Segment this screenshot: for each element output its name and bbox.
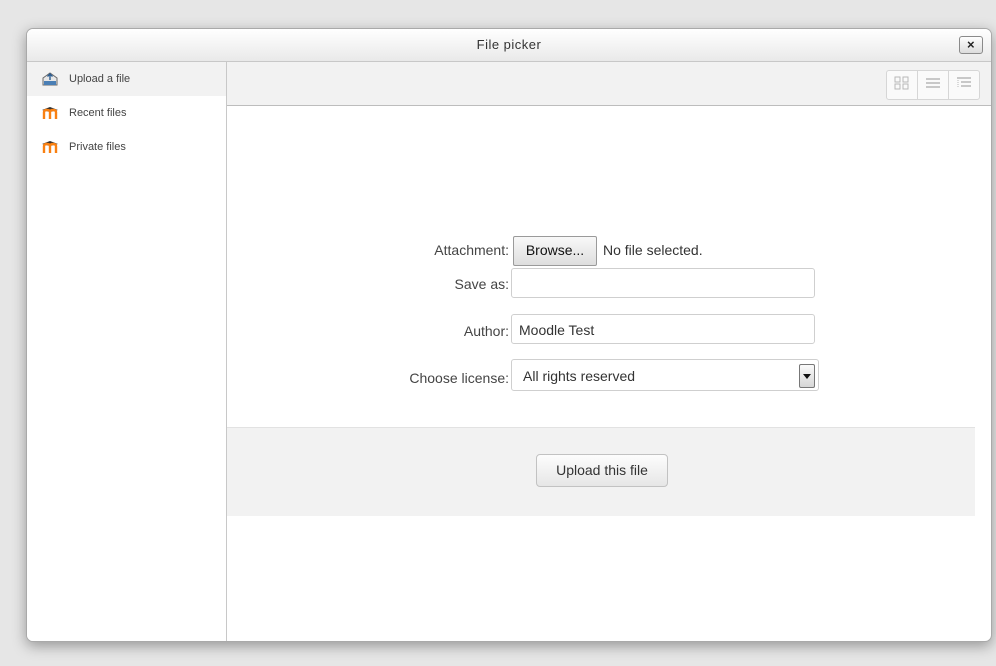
view-switcher: [886, 70, 980, 100]
form-footer: Upload this file: [227, 427, 975, 516]
sidebar-item-label: Recent files: [69, 107, 127, 119]
license-value: All rights reserved: [523, 368, 636, 384]
sidebar-item-upload[interactable]: Upload a file: [27, 62, 226, 96]
tree-view-button[interactable]: [948, 71, 979, 99]
repository-sidebar: Upload a file Recent files Private files: [27, 62, 227, 641]
upload-file-button[interactable]: Upload this file: [536, 454, 668, 487]
author-label: Author:: [463, 323, 509, 339]
saveas-input[interactable]: [511, 268, 815, 298]
sidebar-item-label: Private files: [69, 141, 126, 153]
icons-view-icon: [894, 76, 910, 95]
list-view-button[interactable]: [917, 71, 948, 99]
sidebar-item-label: Upload a file: [69, 73, 131, 85]
attachment-label: Attachment:: [434, 242, 509, 258]
moodle-icon: [41, 139, 59, 155]
moodle-icon: [41, 105, 59, 121]
license-row: Choose license: All rights reserved: [227, 359, 975, 393]
chevron-down-icon: [799, 364, 815, 388]
dialog-titlebar: File picker ×: [27, 29, 991, 62]
icons-view-button[interactable]: [887, 71, 917, 99]
close-icon: ×: [966, 37, 976, 52]
author-input[interactable]: Moodle Test: [511, 314, 815, 344]
browse-button[interactable]: Browse...: [513, 236, 597, 266]
sidebar-item-recent[interactable]: Recent files: [27, 96, 226, 130]
file-picker-dialog: File picker × Upload a file Recent files…: [26, 28, 992, 642]
close-button[interactable]: ×: [959, 36, 983, 54]
view-toolbar: [227, 62, 991, 106]
saveas-row: Save as:: [227, 268, 975, 302]
attachment-row: Attachment: Browse... No file selected.: [227, 236, 975, 270]
list-view-icon: [925, 76, 941, 94]
license-label: Choose license:: [409, 370, 509, 386]
main-panel: Attachment: Browse... No file selected. …: [227, 62, 991, 641]
tree-view-icon: [956, 76, 972, 95]
sidebar-item-private[interactable]: Private files: [27, 130, 226, 164]
no-file-text: No file selected.: [603, 242, 703, 258]
saveas-label: Save as:: [454, 276, 509, 292]
author-row: Author: Moodle Test: [227, 314, 975, 348]
license-select[interactable]: All rights reserved: [511, 359, 819, 391]
dialog-title: File picker: [476, 37, 542, 52]
upload-icon: [41, 71, 59, 87]
